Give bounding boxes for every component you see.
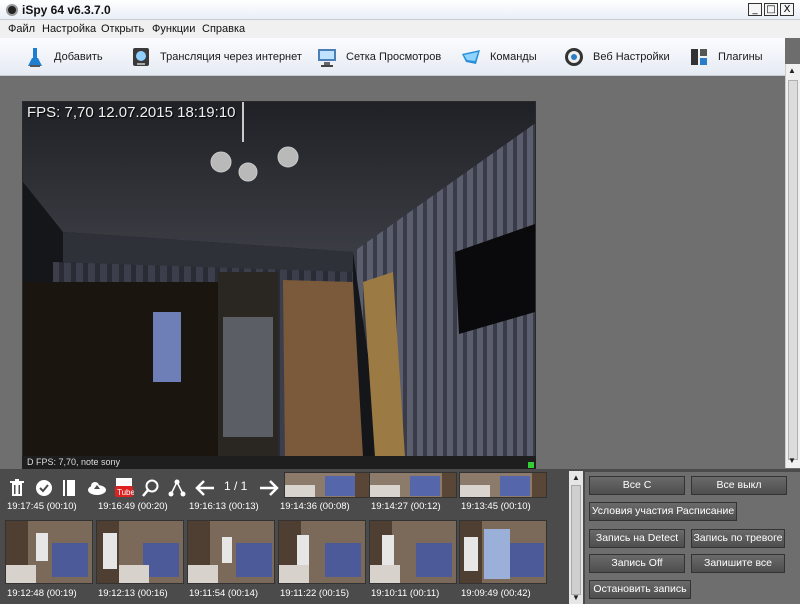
delete-icon[interactable]	[8, 477, 26, 499]
media-timestamp: 19:16:49 (00:20)	[98, 501, 168, 512]
menu-file[interactable]: Файл	[8, 23, 35, 35]
camera-status-bar: D FPS: 7,70, note sony	[22, 456, 536, 469]
media-thumbnail[interactable]	[369, 520, 457, 584]
upload-cloud-icon[interactable]	[86, 477, 108, 499]
media-thumbnail[interactable]	[278, 520, 366, 584]
next-page-icon[interactable]	[258, 477, 280, 499]
media-timestamp: 19:09:49 (00:42)	[461, 588, 531, 599]
media-timestamp: 19:12:48 (00:19)	[7, 588, 77, 599]
broadcast-button[interactable]: Трансляция через интернет	[130, 43, 302, 71]
menu-functions[interactable]: Функции	[152, 23, 195, 35]
commands-icon	[460, 46, 482, 68]
media-timestamp: 19:11:22 (00:15)	[280, 588, 350, 599]
menu-settings[interactable]: Настройка	[42, 23, 96, 35]
grid-view-button[interactable]: Сетка Просмотров	[316, 43, 441, 71]
web-settings-button[interactable]: Веб Настройки	[563, 43, 670, 71]
camera-status-text: D FPS: 7,70, note sony	[27, 457, 121, 467]
svg-text:Tube: Tube	[117, 488, 134, 497]
stop-recording-button[interactable]: Остановить запись	[589, 580, 691, 599]
minimize-button[interactable]: _	[748, 3, 762, 16]
commands-button[interactable]: Команды	[460, 43, 537, 71]
scroll-up-icon[interactable]: ▲	[788, 66, 796, 75]
control-panel: Все С Все выкл Условия участия Расписани…	[585, 472, 800, 604]
media-timestamp: 19:17:45 (00:10)	[7, 501, 77, 512]
media-thumbnail[interactable]	[459, 472, 547, 498]
app-icon	[6, 4, 18, 16]
main-scrollbar[interactable]: ▲ ▼	[785, 64, 800, 468]
media-thumbnail[interactable]	[369, 472, 457, 498]
schedule-button[interactable]: Условия участия Расписание	[589, 502, 737, 521]
add-button[interactable]: Добавить	[24, 43, 103, 71]
menu-help[interactable]: Справка	[202, 23, 245, 35]
scrollbar-thumb[interactable]	[571, 485, 581, 595]
status-indicator	[528, 462, 534, 468]
scroll-up-icon[interactable]: ▲	[572, 473, 580, 482]
media-scrollbar[interactable]: ▲ ▼	[569, 471, 583, 604]
menu-bar: Файл Настройка Открыть Функции Справка	[0, 20, 800, 38]
media-timestamp: 19:14:27 (00:12)	[371, 501, 441, 512]
prev-page-icon[interactable]	[194, 477, 216, 499]
grid-view-icon	[316, 46, 338, 68]
scrollbar-thumb[interactable]	[788, 80, 798, 460]
record-all-button[interactable]: Запишите все	[691, 554, 785, 573]
record-off-button[interactable]: Запись Off	[589, 554, 685, 573]
maximize-button[interactable]: □	[764, 3, 778, 16]
media-thumbnail[interactable]	[284, 472, 372, 498]
share-icon[interactable]	[167, 477, 187, 499]
record-on-detect-button[interactable]: Запись на Detect	[589, 529, 685, 548]
toolbar: Добавить Трансляция через интернет Сетка…	[0, 38, 785, 76]
all-off-button[interactable]: Все выкл	[691, 476, 787, 495]
record-on-alarm-button[interactable]: Запись по тревоге	[691, 529, 785, 548]
all-on-button[interactable]: Все С	[589, 476, 685, 495]
broadcast-icon	[130, 46, 152, 68]
youtube-icon[interactable]: Tube	[113, 477, 135, 499]
media-thumbnail[interactable]	[5, 520, 93, 584]
search-icon[interactable]	[141, 477, 161, 499]
media-thumbnail[interactable]	[187, 520, 275, 584]
web-settings-icon	[563, 46, 585, 68]
media-timestamp: 19:13:45 (00:10)	[461, 501, 531, 512]
check-icon[interactable]	[34, 477, 54, 499]
close-button[interactable]: X	[780, 3, 794, 16]
camera-osd: FPS: 7,70 12.07.2015 18:19:10	[27, 104, 236, 121]
scroll-down-icon[interactable]: ▼	[788, 456, 796, 465]
media-timestamp: 19:12:13 (00:16)	[98, 588, 168, 599]
media-timestamp: 19:11:54 (00:14)	[189, 588, 259, 599]
media-thumbnail[interactable]	[459, 520, 547, 584]
add-camera-icon	[24, 46, 46, 68]
title-bar: iSpy 64 v6.3.7.0 _ □ X	[0, 0, 800, 20]
plugins-button[interactable]: Плагины	[688, 43, 763, 71]
page-indicator: 1 / 1	[224, 479, 248, 493]
media-timestamp: 19:10:11 (00:11)	[371, 588, 440, 599]
camera-view[interactable]: FPS: 7,70 12.07.2015 18:19:10	[22, 101, 536, 469]
camera-image	[23, 102, 535, 457]
media-timestamp: 19:16:13 (00:13)	[189, 501, 259, 512]
window-title: iSpy 64 v6.3.7.0	[22, 3, 111, 17]
bookmark-icon[interactable]	[60, 477, 78, 499]
menu-open[interactable]: Открыть	[101, 23, 144, 35]
media-timestamp: 19:14:36 (00:08)	[280, 501, 350, 512]
scroll-down-icon[interactable]: ▼	[572, 593, 580, 602]
media-thumbnail[interactable]	[96, 520, 184, 584]
plugins-icon	[688, 46, 710, 68]
